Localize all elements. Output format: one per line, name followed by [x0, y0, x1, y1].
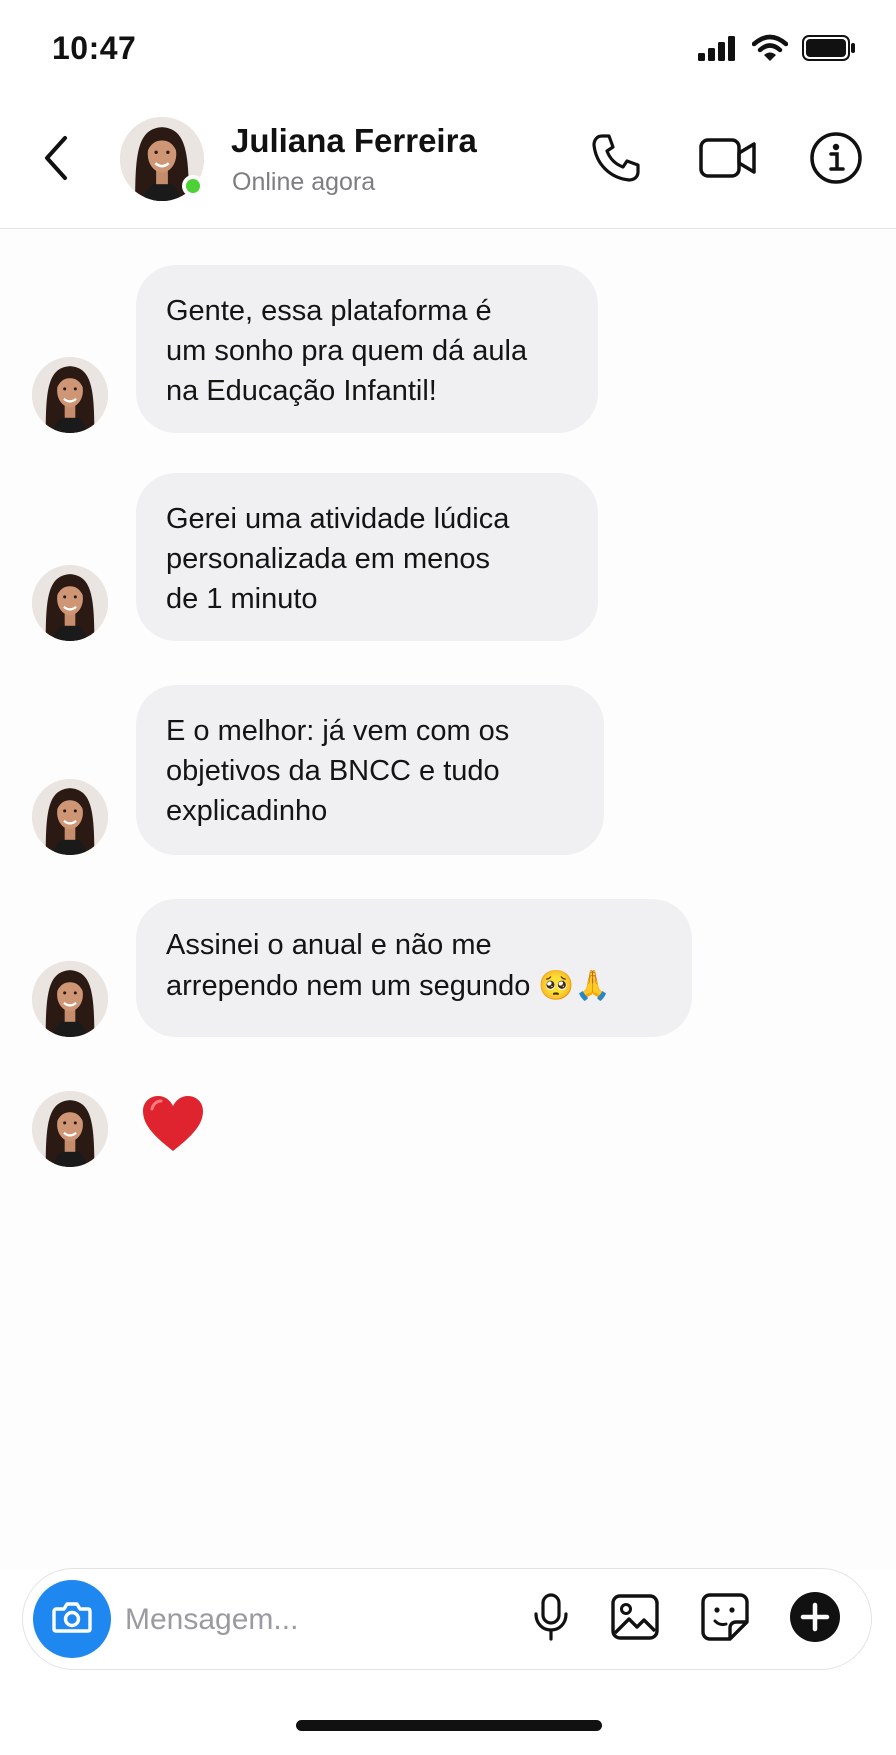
sticker-button[interactable] [693, 1587, 757, 1651]
sender-avatar[interactable] [32, 357, 108, 433]
contact-avatar[interactable] [120, 117, 204, 201]
contact-status: Online agora [232, 168, 376, 196]
message-thread[interactable]: Gente, essa plataforma é um sonho pra qu… [0, 229, 896, 1569]
info-icon [809, 131, 863, 190]
message-line: objetivos da BNCC e tudo [166, 755, 500, 787]
sender-avatar[interactable] [32, 779, 108, 855]
video-call-button[interactable] [696, 128, 760, 192]
more-options-button[interactable] [783, 1587, 847, 1651]
camera-button[interactable] [33, 1580, 111, 1658]
plus-icon [789, 1591, 841, 1648]
info-button[interactable] [804, 128, 868, 192]
voice-message-button[interactable] [519, 1587, 583, 1651]
status-bar: 10:47 [0, 0, 896, 100]
message-line: um sonho pra quem dá aula [166, 335, 528, 367]
heart-icon [140, 1096, 206, 1159]
avatar [32, 357, 108, 433]
message-line: de 1 minuto [166, 583, 318, 615]
message-bubble[interactable]: Gerei uma atividade lúdica personalizada… [136, 473, 598, 641]
message-line: na Educação Infantil! [166, 375, 437, 407]
phone-icon [590, 132, 642, 189]
status-time: 10:47 [52, 30, 137, 66]
message-bubble[interactable]: Assinei o anual e não me arrependo nem u… [136, 899, 692, 1037]
pleading-face-praying-hands-emoji: 🥺🙏 [538, 968, 611, 1002]
avatar [32, 1091, 108, 1167]
status-icons [698, 34, 856, 67]
avatar [32, 961, 108, 1037]
gallery-button[interactable] [603, 1587, 667, 1651]
message-input[interactable] [123, 1591, 527, 1649]
message-line: Gerei uma atividade lúdica [166, 503, 510, 535]
sticker-icon [700, 1592, 750, 1647]
avatar [32, 565, 108, 641]
message-line-text: arrependo nem um segundo [166, 970, 531, 1002]
cellular-signal-icon [698, 35, 738, 66]
sender-avatar[interactable] [32, 961, 108, 1037]
message-bubble[interactable]: Gente, essa plataforma é um sonho pra qu… [136, 265, 598, 433]
home-indicator[interactable] [296, 1720, 602, 1731]
battery-icon [802, 35, 856, 66]
contact-name[interactable]: Juliana Ferreira [231, 122, 477, 160]
camera-icon [52, 1600, 92, 1639]
call-button[interactable] [584, 128, 648, 192]
sender-avatar[interactable] [32, 565, 108, 641]
wifi-icon [751, 34, 789, 67]
message-line: arrependo nem um segundo 🥺🙏 [166, 965, 662, 1006]
message-line: Gente, essa plataforma é [166, 295, 492, 327]
online-indicator [182, 175, 204, 197]
chevron-left-icon [41, 134, 71, 187]
message-line: explicadinho [166, 795, 328, 827]
image-icon [610, 1593, 660, 1646]
avatar [32, 779, 108, 855]
message-line: personalizada em menos [166, 543, 491, 575]
message-line: Assinei o anual e não me [166, 929, 492, 961]
heart-reaction-message[interactable] [140, 1093, 206, 1155]
back-button[interactable] [36, 130, 76, 190]
message-line: E o melhor: já vem com os [166, 715, 510, 747]
video-camera-icon [699, 136, 757, 185]
microphone-icon [531, 1592, 571, 1647]
chat-header: Juliana Ferreira Online agora [0, 100, 896, 229]
message-composer [22, 1568, 872, 1670]
sender-avatar[interactable] [32, 1091, 108, 1167]
message-bubble[interactable]: E o melhor: já vem com os objetivos da B… [136, 685, 604, 855]
